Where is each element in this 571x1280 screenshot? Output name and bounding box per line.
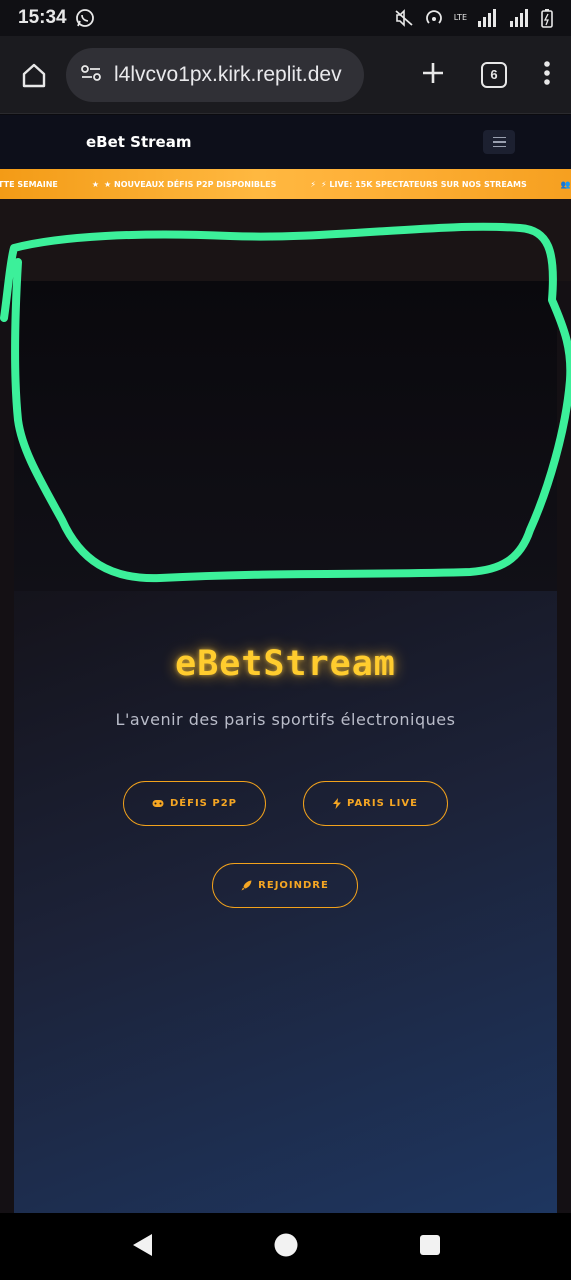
recents-button[interactable] xyxy=(419,1234,441,1260)
hero-title: eBetStream xyxy=(175,644,396,684)
ticker-item: 👥 xyxy=(561,180,571,189)
star-icon: ★ xyxy=(91,179,100,189)
tab-switcher-button[interactable]: 6 xyxy=(481,61,507,88)
browser-toolbar: l4lvcvo1px.kirk.replit.dev 6 xyxy=(0,36,571,114)
hero-top-band xyxy=(0,199,571,281)
menu-button[interactable] xyxy=(483,130,515,154)
browser-actions: 6 xyxy=(421,60,557,90)
gamepad-icon xyxy=(152,800,164,807)
status-left: 15:34 xyxy=(18,7,95,29)
status-right: LTE xyxy=(394,8,553,28)
home-button[interactable] xyxy=(14,55,54,95)
ticker-text: TTE SEMAINE xyxy=(0,179,58,189)
site-logo[interactable]: eBet Stream xyxy=(86,133,191,151)
home-nav-button[interactable] xyxy=(273,1232,299,1262)
main-content: eBetStream L'avenir des paris sportifs é… xyxy=(0,199,571,1213)
home-icon xyxy=(22,63,46,87)
join-label: REJOINDRE xyxy=(258,880,329,891)
hero-subtitle: L'avenir des paris sportifs électronique… xyxy=(115,710,456,729)
hamburger-line xyxy=(492,141,506,143)
more-icon xyxy=(544,60,550,85)
network-label: LTE xyxy=(453,13,467,22)
lightning-icon xyxy=(333,798,342,809)
users-icon: 👥 xyxy=(560,179,571,189)
hamburger-line xyxy=(492,145,506,148)
ticker-text: ★ NOUVEAUX DÉFIS P2P DISPONIBLES xyxy=(104,179,277,189)
url-text[interactable]: l4lvcvo1px.kirk.replit.dev xyxy=(114,63,342,87)
recents-icon xyxy=(420,1234,441,1255)
news-ticker: TTE SEMAINE ★ ★ NOUVEAUX DÉFIS P2P DISPO… xyxy=(0,169,571,199)
hotspot-icon xyxy=(424,9,444,27)
live-label: PARIS LIVE xyxy=(347,798,418,809)
system-nav-bar xyxy=(0,1213,571,1280)
join-button[interactable]: REJOINDRE xyxy=(212,863,358,908)
hamburger-icon xyxy=(492,136,506,139)
status-time: 15:34 xyxy=(18,7,67,28)
p2p-label: DÉFIS P2P xyxy=(170,798,237,809)
signal-icon xyxy=(477,9,499,27)
signal-icon xyxy=(509,9,531,27)
ticker-item: TTE SEMAINE xyxy=(0,180,58,189)
ticker-item: ⚡ ⚡ LIVE: 15K SPECTATEURS SUR NOS STREAM… xyxy=(310,180,526,189)
lte-indicator: LTE xyxy=(454,14,467,22)
status-bar: 15:34 LTE xyxy=(0,0,571,36)
site-header: eBet Stream xyxy=(0,115,571,169)
video-stream-area[interactable] xyxy=(14,281,557,591)
new-tab-icon xyxy=(423,62,443,83)
back-button[interactable] xyxy=(130,1232,154,1262)
site-settings-icon[interactable] xyxy=(80,63,102,87)
new-tab-button[interactable] xyxy=(421,61,445,89)
back-icon xyxy=(132,1233,152,1256)
mute-icon xyxy=(394,9,414,27)
address-bar[interactable]: l4lvcvo1px.kirk.replit.dev xyxy=(66,47,364,102)
p2p-challenges-button[interactable]: DÉFIS P2P xyxy=(123,781,266,826)
rocket-icon xyxy=(241,880,252,891)
more-menu-button[interactable] xyxy=(543,60,551,90)
battery-icon xyxy=(541,8,553,28)
lightning-icon: ⚡ xyxy=(310,179,316,189)
whatsapp-icon xyxy=(75,8,95,28)
home-circle-icon xyxy=(274,1233,298,1256)
ticker-text: ⚡ LIVE: 15K SPECTATEURS SUR NOS STREAMS xyxy=(320,179,527,189)
phone-screen: 15:34 LTE l4lvcvo1px.kirk.replit.dev 6 e… xyxy=(0,0,571,1280)
ticker-item: ★ ★ NOUVEAUX DÉFIS P2P DISPONIBLES xyxy=(92,180,276,189)
live-bets-button[interactable]: PARIS LIVE xyxy=(303,781,448,826)
